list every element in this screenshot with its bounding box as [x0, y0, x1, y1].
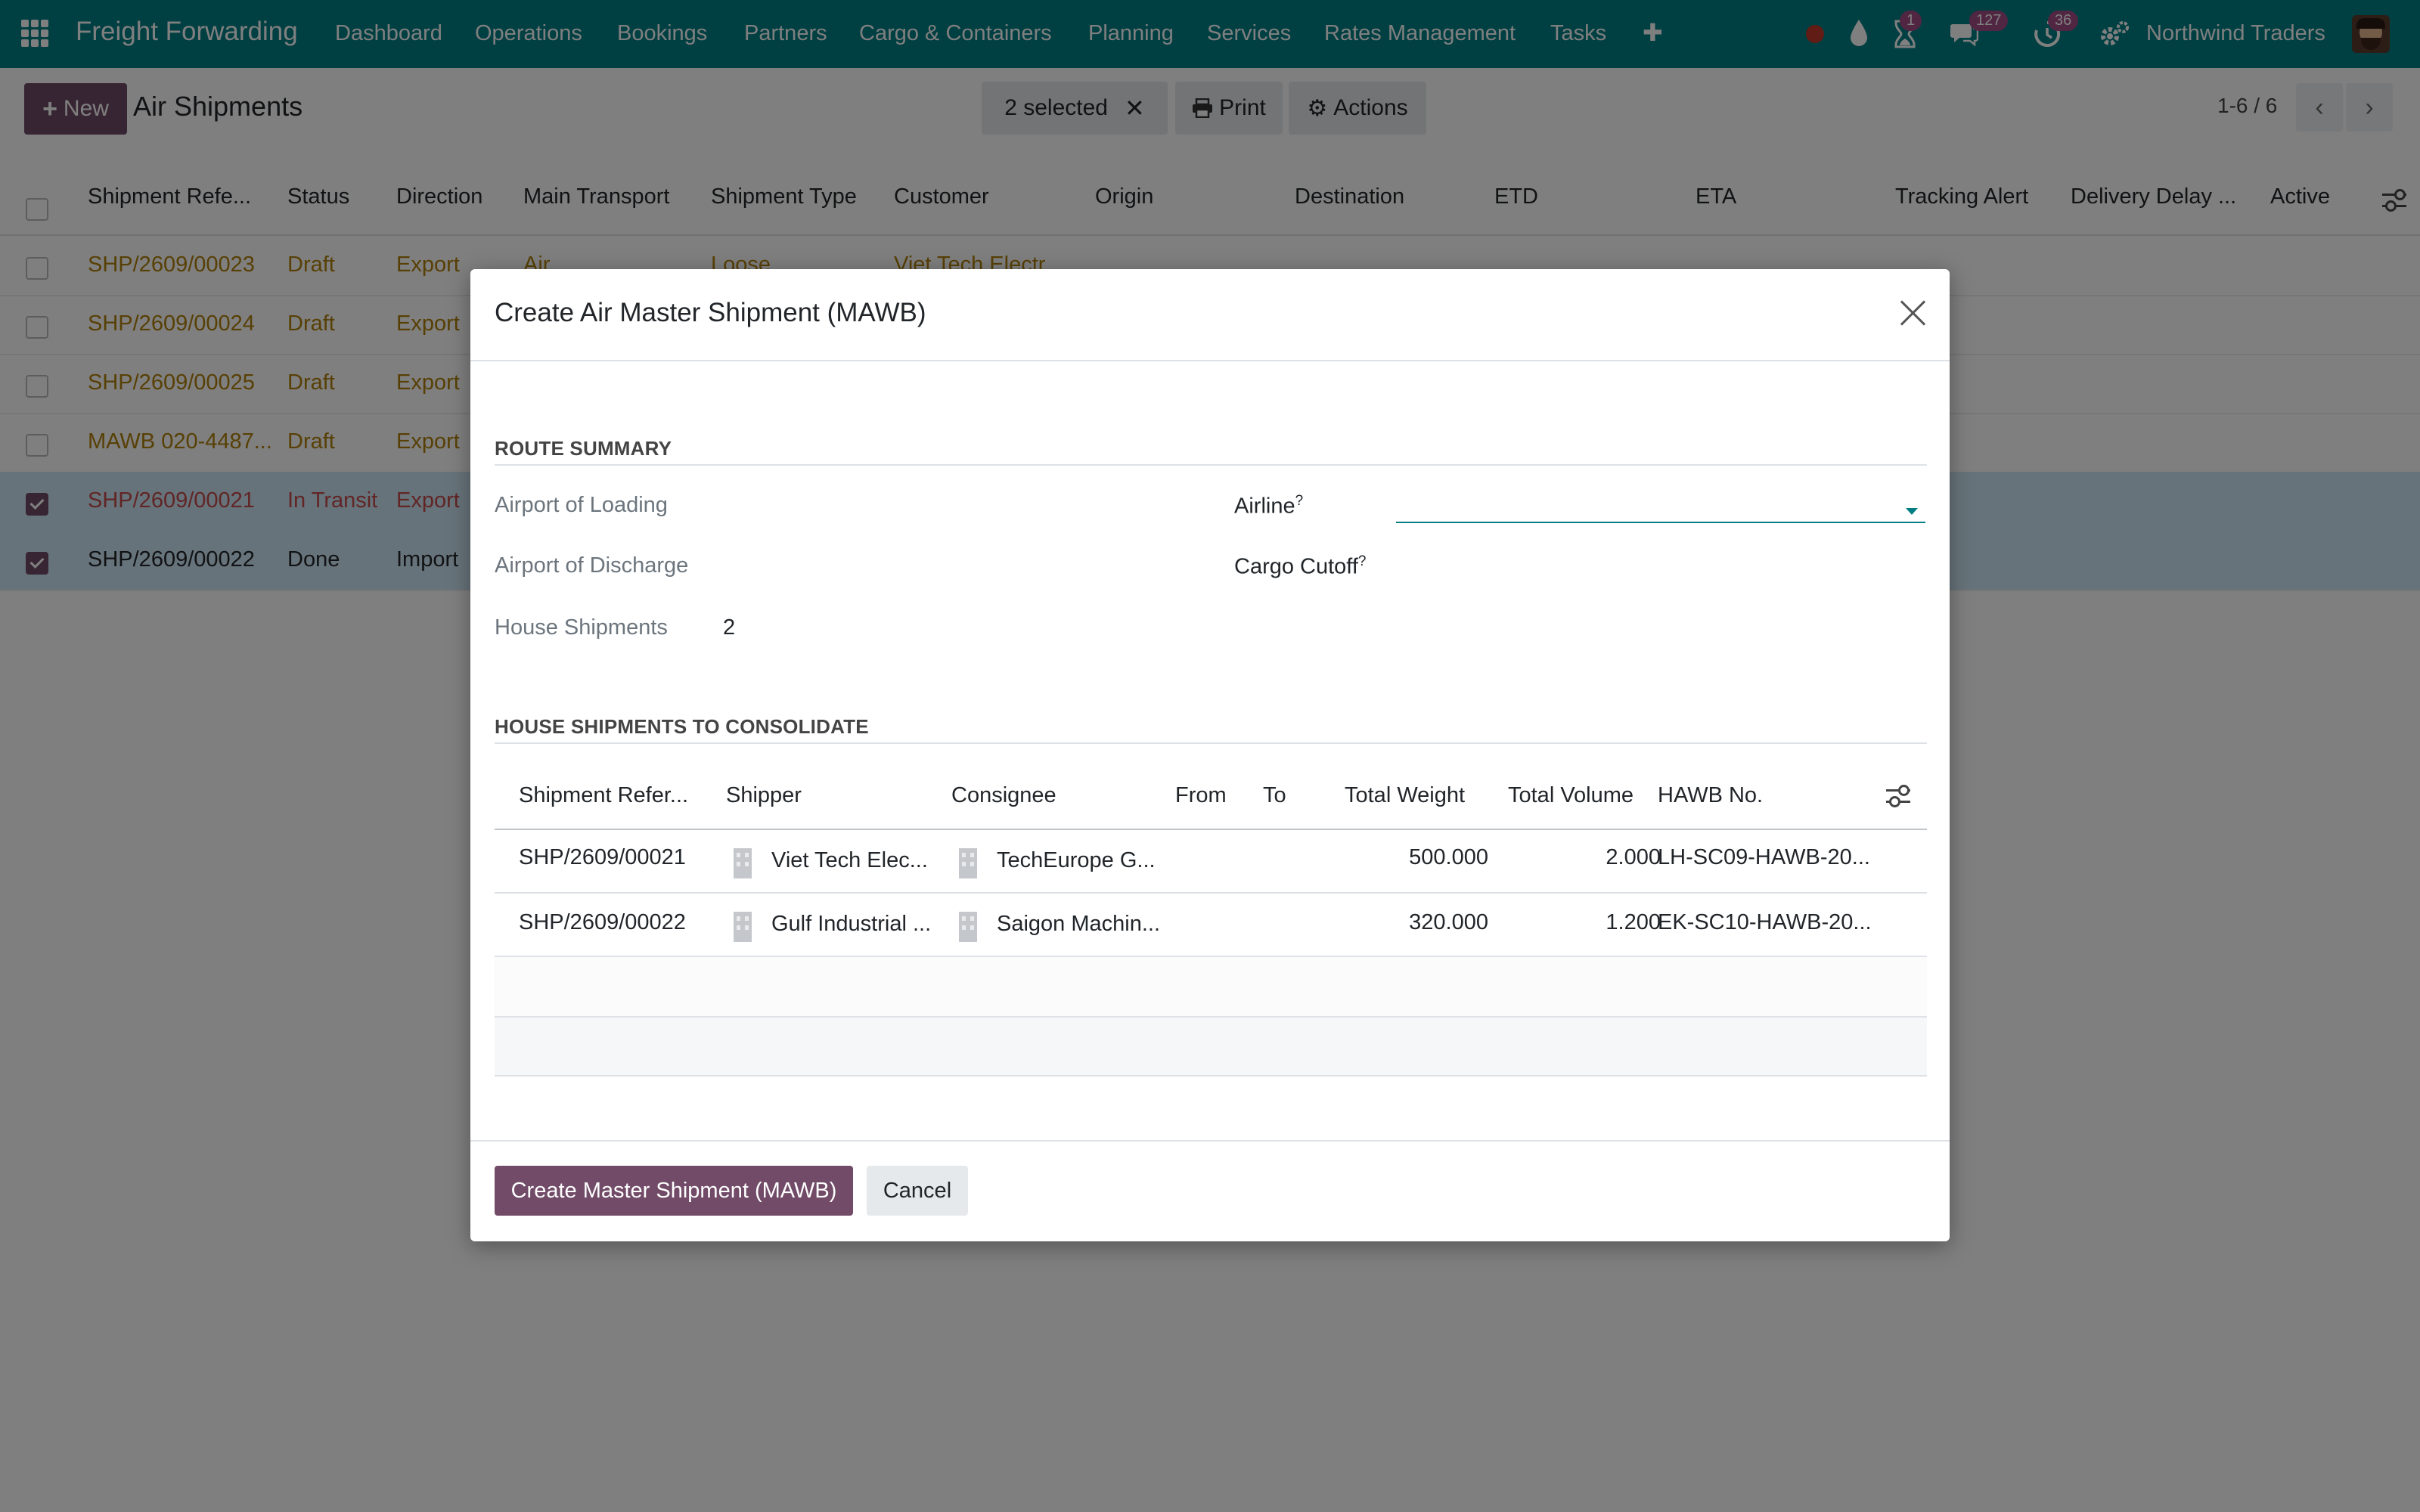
create-mawb-dialog: Create Air Master Shipment (MAWB) ROUTE …: [470, 269, 1950, 1241]
sub-row-reference[interactable]: SHP/2609/00022: [519, 910, 686, 935]
dialog-header-divider: [470, 360, 1950, 361]
airline-select[interactable]: [1396, 491, 1925, 523]
close-icon[interactable]: [1897, 296, 1930, 330]
airport-of-discharge-label: Airport of Discharge: [495, 553, 689, 578]
sub-col-to[interactable]: To: [1263, 783, 1286, 808]
sub-col-total-weight[interactable]: Total Weight: [1345, 783, 1465, 808]
cancel-button[interactable]: Cancel: [867, 1166, 968, 1216]
cargo-cutoff-label-text: Cargo Cutoff: [1234, 554, 1358, 579]
empty-row: [495, 957, 1927, 1018]
sub-row-shipper[interactable]: Viet Tech Elec...: [771, 848, 928, 873]
sub-row-consignee[interactable]: Saigon Machin...: [997, 912, 1160, 937]
sub-col-shipper[interactable]: Shipper: [726, 783, 802, 808]
sub-row-consignee[interactable]: TechEurope G...: [997, 848, 1156, 873]
building-icon: [959, 912, 977, 942]
building-icon: [959, 848, 977, 878]
sub-optional-columns-icon[interactable]: [1886, 785, 1910, 807]
sub-row-weight[interactable]: 320.000: [1342, 910, 1488, 935]
house-shipments-value: 2: [723, 615, 736, 640]
sub-row-volume[interactable]: 1.200: [1506, 910, 1661, 935]
sub-row-weight[interactable]: 500.000: [1342, 845, 1488, 870]
dialog-title: Create Air Master Shipment (MAWB): [495, 298, 926, 327]
chevron-down-icon[interactable]: [1906, 508, 1918, 515]
route-summary-heading: ROUTE SUMMARY: [495, 437, 672, 460]
dialog-footer-divider: [470, 1140, 1950, 1142]
sub-row-shipper[interactable]: Gulf Industrial ...: [771, 912, 931, 937]
sub-row-hawb[interactable]: LH-SC09-HAWB-20...: [1658, 845, 1870, 870]
building-icon: [734, 848, 752, 878]
create-master-shipment-button[interactable]: Create Master Shipment (MAWB): [495, 1166, 853, 1216]
sub-row-hawb[interactable]: EK-SC10-HAWB-20...: [1658, 910, 1872, 935]
sub-header-divider: [495, 829, 1927, 830]
sub-col-total-volume[interactable]: Total Volume: [1508, 783, 1634, 808]
cargo-cutoff-help-icon[interactable]: ?: [1358, 553, 1367, 569]
empty-row: [495, 1018, 1927, 1075]
route-summary-divider: [495, 464, 1927, 466]
building-icon: [734, 912, 752, 942]
airline-help-icon[interactable]: ?: [1295, 493, 1304, 509]
airport-of-loading-label: Airport of Loading: [495, 493, 668, 517]
sub-col-shipment-reference[interactable]: Shipment Refer...: [519, 783, 688, 808]
consolidate-divider: [495, 742, 1927, 744]
sub-row-volume[interactable]: 2.000: [1506, 845, 1661, 870]
sub-col-consignee[interactable]: Consignee: [951, 783, 1056, 808]
sub-row-divider: [495, 1075, 1927, 1077]
house-shipments-label: House Shipments: [495, 615, 668, 640]
sub-col-from[interactable]: From: [1175, 783, 1227, 808]
sub-row-reference[interactable]: SHP/2609/00021: [519, 845, 686, 870]
airline-label-text: Airline: [1234, 494, 1295, 519]
sub-col-hawb-no[interactable]: HAWB No.: [1658, 783, 1763, 808]
airline-label: Airline?: [1234, 493, 1303, 519]
cargo-cutoff-label: Cargo Cutoff?: [1234, 553, 1366, 580]
consolidate-heading: HOUSE SHIPMENTS TO CONSOLIDATE: [495, 715, 869, 738]
sub-row-divider: [495, 892, 1927, 894]
